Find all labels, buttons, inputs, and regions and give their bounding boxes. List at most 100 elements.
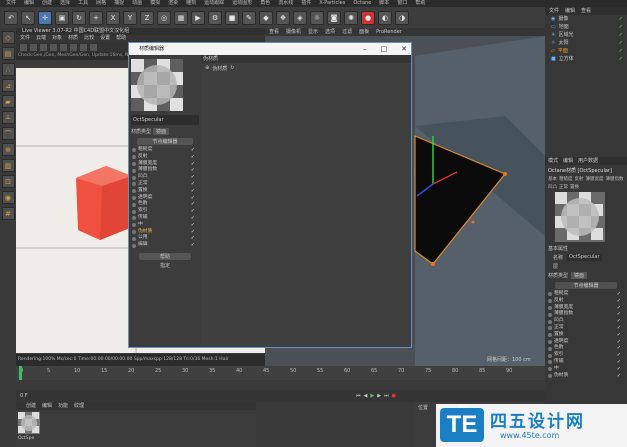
lv-menu-compare[interactable]: 比较	[84, 35, 94, 42]
octane-render-icon[interactable]: ●	[361, 10, 375, 25]
lv-stop-icon[interactable]	[40, 43, 47, 51]
x-axis-button[interactable]: X	[106, 10, 120, 25]
lv-region-icon[interactable]	[70, 43, 77, 51]
assign-button[interactable]: 指定	[139, 262, 191, 269]
undo-icon[interactable]: ↶	[4, 10, 18, 25]
point-mode-icon[interactable]: ∴	[1, 63, 15, 76]
attr-tab[interactable]: 薄膜宽度	[586, 176, 604, 182]
minimize-icon[interactable]: –	[363, 43, 367, 55]
attr-property[interactable]: 索引 ✓	[545, 352, 627, 359]
mm-tab-texture[interactable]: 纹理	[74, 402, 84, 410]
solo-icon[interactable]: ◉	[1, 191, 15, 204]
object-row[interactable]: ▱ 平面 ✓	[545, 47, 627, 55]
material-swatch[interactable]: OctSpe	[18, 412, 40, 442]
menu-character[interactable]: 角色	[260, 0, 270, 7]
menu-pipeline[interactable]: 流水线	[278, 0, 293, 7]
attr-property[interactable]: 置换 ✓	[545, 332, 627, 339]
dialog-property[interactable]: 反射 ✓	[129, 154, 201, 161]
dialog-property[interactable]: 正常 ✓	[129, 181, 201, 188]
add-icon[interactable]: +	[89, 10, 103, 25]
vp-menu-display[interactable]: 显示	[308, 28, 318, 36]
close-icon[interactable]: ✕	[401, 43, 407, 55]
material-name-field[interactable]: OctSpecular	[131, 115, 199, 125]
subdivide-icon[interactable]: ◆	[259, 10, 273, 25]
om-tab-edit[interactable]: 编辑	[565, 7, 575, 15]
attr-tab-edit[interactable]: 编辑	[563, 157, 573, 165]
vp-menu-filter[interactable]: 过滤	[342, 28, 352, 36]
object-row[interactable]: ▭ 地面 ✓	[545, 23, 627, 31]
render-region-icon[interactable]: ▦	[174, 10, 188, 25]
select-icon[interactable]: ↖	[21, 10, 35, 25]
menu-render[interactable]: 渲染	[168, 0, 178, 7]
om-tab-view[interactable]: 查看	[581, 7, 591, 15]
attr-name-field[interactable]: OctSpecular	[567, 254, 602, 261]
menu-create[interactable]: 创建	[42, 0, 52, 7]
help-button[interactable]: 帮助	[139, 252, 191, 260]
attr-tab[interactable]: 粗糙度	[559, 176, 573, 182]
octane-settings-icon[interactable]: ◐	[378, 10, 392, 25]
object-row[interactable]: ■ 立方体 ✓	[545, 55, 627, 63]
maximize-icon[interactable]: □	[381, 43, 388, 55]
lv-menu-help[interactable]: 帮助	[116, 35, 126, 42]
render-view-icon[interactable]: ▶	[191, 10, 205, 25]
menu-edit[interactable]: 编辑	[24, 0, 34, 7]
dialog-property[interactable]: 中 ✓	[129, 222, 201, 229]
vp-menu-prorender[interactable]: ProRender	[376, 28, 402, 36]
lv-pick-icon[interactable]	[80, 43, 87, 51]
menu-xparticles[interactable]: X-Particles	[319, 0, 345, 7]
dialog-property[interactable]: 凹凸 ✓	[129, 174, 201, 181]
dialog-property[interactable]: 传输 ✓	[129, 215, 201, 222]
lv-refresh-icon[interactable]	[50, 43, 57, 51]
render-settings-icon[interactable]: ⚙	[208, 10, 222, 25]
vp-menu-panel[interactable]: 面板	[359, 28, 369, 36]
attr-property[interactable]: 粗糙度 ✓	[545, 291, 627, 298]
menu-snap[interactable]: 捕捉	[114, 0, 124, 7]
camera-icon[interactable]: ◙	[327, 10, 341, 25]
menu-plugins[interactable]: 插件	[301, 0, 311, 7]
menu-script[interactable]: 脚本	[379, 0, 389, 7]
menu-select[interactable]: 选择	[60, 0, 70, 7]
lv-lock-icon[interactable]	[60, 43, 67, 51]
node-editor-button[interactable]: 节点编辑器	[137, 138, 193, 145]
grid-icon[interactable]: #	[1, 207, 15, 220]
menu-file[interactable]: 文件	[6, 0, 16, 7]
light-icon[interactable]: ✺	[344, 10, 358, 25]
attr-tab[interactable]: 薄膜指数	[606, 176, 624, 182]
attr-tab-mode[interactable]: 模式	[548, 157, 558, 165]
attr-node-editor-button[interactable]: 节点编辑器	[555, 282, 617, 289]
dialog-property[interactable]: 索引 ✓	[129, 208, 201, 215]
vp-menu-options[interactable]: 选项	[325, 28, 335, 36]
vp-menu-camera[interactable]: 摄像机	[286, 28, 301, 36]
dialog-property[interactable]: 编辑 ✓	[129, 242, 201, 249]
menu-window[interactable]: 窗口	[397, 0, 407, 7]
lv-menu-cloud[interactable]: 云端	[36, 35, 46, 42]
polygon-mode-icon[interactable]: ▰	[1, 95, 15, 108]
lv-pause-icon[interactable]	[30, 43, 37, 51]
timeline[interactable]: 0 5 10 15 20 25 30 35 40 45 50 55 60 65 …	[16, 366, 545, 390]
cube-icon[interactable]: ■	[225, 10, 239, 25]
lv-save-icon[interactable]	[90, 43, 97, 51]
attr-tab[interactable]: 凹凸	[548, 184, 557, 190]
material-type-dropdown[interactable]: 镜面	[153, 128, 170, 135]
record-icon[interactable]: ●	[392, 393, 399, 399]
menu-motion-track[interactable]: 运动跟踪	[204, 0, 224, 7]
dialog-property[interactable]: 置换 ✓	[129, 188, 201, 195]
attr-property[interactable]: 反射 ✓	[545, 298, 627, 305]
attr-property[interactable]: 传输 ✓	[545, 359, 627, 366]
menu-mograph[interactable]: 运动图形	[232, 0, 252, 7]
mm-tab-edit[interactable]: 编辑	[42, 402, 52, 410]
octane-live-icon[interactable]: ◑	[395, 10, 409, 25]
snap-icon[interactable]: ⊕	[1, 143, 15, 156]
pen-icon[interactable]: ✎	[242, 10, 256, 25]
attr-property[interactable]: 正常 ✓	[545, 325, 627, 332]
timeline-ruler[interactable]: 0 5 10 15 20 25 30 35 40 45 50 55 60 65 …	[16, 366, 545, 380]
attr-property[interactable]: 伪材质 ✓	[545, 373, 627, 380]
object-row[interactable]: ☀ 区域光 ✓	[545, 31, 627, 39]
lock-icon[interactable]: ⊡	[1, 175, 15, 188]
current-frame[interactable]: 0 F	[16, 393, 28, 399]
world-icon[interactable]: ◎	[157, 10, 171, 25]
vp-menu-view[interactable]: 查看	[269, 28, 279, 36]
model-mode-icon[interactable]: ◇	[1, 31, 15, 44]
y-axis-button[interactable]: Y	[123, 10, 137, 25]
scale-icon[interactable]: ▣	[55, 10, 69, 25]
